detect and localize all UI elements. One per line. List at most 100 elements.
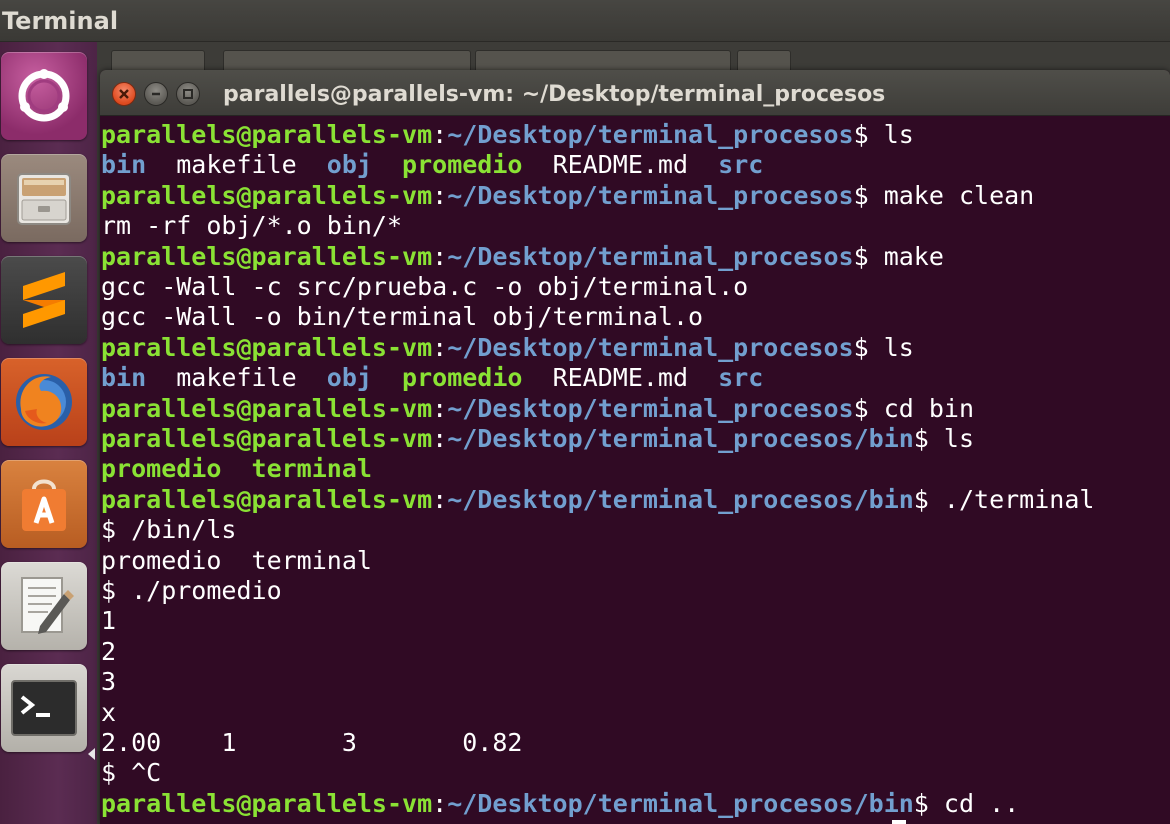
ls-entry <box>221 454 251 483</box>
prompt-user: parallels@parallels-vm <box>101 332 433 362</box>
launcher-item-terminal[interactable] <box>1 664 87 752</box>
prompt-path: ~/Desktop/terminal_procesos/bin <box>447 484 914 514</box>
output-line: gcc -Wall -o bin/terminal obj/terminal.o <box>101 302 704 332</box>
prompt-line: parallels@parallels-vm:~/Desktop/termina… <box>101 242 944 272</box>
prompt-symbol: $ <box>853 120 869 149</box>
command-text: ls <box>868 332 914 362</box>
minimize-icon <box>152 92 160 96</box>
ls-entry: src <box>718 150 764 180</box>
launcher-item-software-center[interactable] <box>1 460 87 548</box>
ls-output-line: promedio terminal <box>101 454 372 484</box>
prompt-symbol: $ <box>913 424 929 453</box>
maximize-icon <box>183 89 193 99</box>
prompt-symbol: $ <box>853 393 869 423</box>
ls-entry <box>372 363 402 392</box>
prompt-user: parallels@parallels-vm <box>101 180 433 210</box>
prompt-separator: : <box>432 788 448 818</box>
prompt-line: parallels@parallels-vm:~/Desktop/termina… <box>101 485 1094 515</box>
ls-output-line: bin makefile obj promedio README.md src <box>101 363 763 393</box>
ls-entry: src <box>718 363 764 393</box>
prompt-path: ~/Desktop/terminal_procesos <box>447 120 854 149</box>
output-line: 2.00 1 3 0.82 <box>101 728 523 757</box>
window-titlebar[interactable]: parallels@parallels-vm: ~/Desktop/termin… <box>100 70 1170 116</box>
active-indicator-arrow <box>88 748 95 760</box>
ls-entry: promedio <box>402 150 523 180</box>
prompt-path: ~/Desktop/terminal_procesos <box>447 332 854 362</box>
prompt-line: parallels@parallels-vm:~/Desktop/termina… <box>101 333 914 363</box>
window-title: parallels@parallels-vm: ~/Desktop/termin… <box>223 82 886 107</box>
prompt-path: ~/Desktop/terminal_procesos <box>447 241 854 271</box>
prompt-separator: : <box>432 424 448 453</box>
output-line: rm -rf obj/*.o bin/* <box>101 211 403 241</box>
ls-entry: README.md <box>522 150 719 180</box>
ls-entry: obj <box>326 363 372 393</box>
prompt-line: parallels@parallels-vm:~/Desktop/termina… <box>101 789 1019 819</box>
prompt-user: parallels@parallels-vm <box>101 788 433 818</box>
terminal-output[interactable]: parallels@parallels-vm:~/Desktop/termina… <box>100 117 1170 824</box>
output-line: $ ^C <box>101 758 162 788</box>
output-line: 1 <box>101 606 117 636</box>
prompt-line: parallels@parallels-vm:~/Desktop/termina… <box>101 424 974 454</box>
ls-entry: bin <box>101 363 147 393</box>
prompt-user: parallels@parallels-vm <box>101 393 433 423</box>
output-line: gcc -Wall -c src/prueba.c -o obj/termina… <box>101 272 749 301</box>
command-text: cd bin <box>868 393 975 423</box>
ls-entry <box>372 150 402 179</box>
ls-output-line: bin makefile obj promedio README.md src <box>101 150 763 180</box>
output-line: x <box>101 697 117 727</box>
prompt-line: parallels@parallels-vm:~/Desktop/termina… <box>101 120 914 150</box>
prompt-symbol: $ <box>853 241 869 271</box>
prompt-path: ~/Desktop/terminal_procesos <box>447 393 854 423</box>
prompt-user: parallels@parallels-vm <box>101 120 433 149</box>
output-line: $ /bin/ls <box>101 515 237 545</box>
prompt-separator: : <box>432 180 448 210</box>
prompt-symbol: $ <box>853 332 869 362</box>
ls-entry: makefile <box>146 150 327 180</box>
ls-entry: README.md <box>522 363 719 393</box>
terminal-cursor <box>892 820 906 824</box>
command-text: make <box>868 241 944 271</box>
command-text: ls <box>868 120 914 149</box>
prompt-symbol: $ <box>913 484 929 514</box>
shopping-bag-icon <box>22 479 66 531</box>
prompt-user: parallels@parallels-vm <box>101 484 433 514</box>
output-line: promedio terminal <box>101 545 372 575</box>
ls-entry: terminal <box>251 454 372 484</box>
terminal-window[interactable]: parallels@parallels-vm: ~/Desktop/termin… <box>100 70 1170 824</box>
ls-entry: bin <box>101 150 147 180</box>
active-app-title: Terminal <box>2 7 119 35</box>
text-editor-icon <box>21 577 74 634</box>
output-line: 2 <box>101 636 117 666</box>
sublime-text-icon <box>23 272 65 328</box>
prompt-separator: : <box>432 120 448 149</box>
ls-entry: obj <box>326 150 372 180</box>
ls-entry: promedio <box>101 454 222 484</box>
prompt-line: parallels@parallels-vm:~/Desktop/termina… <box>101 181 1034 211</box>
prompt-separator: : <box>432 393 448 423</box>
prompt-separator: : <box>432 241 448 271</box>
prompt-line: parallels@parallels-vm:~/Desktop/termina… <box>101 394 974 424</box>
prompt-path: ~/Desktop/terminal_procesos <box>447 180 854 210</box>
terminal-icon <box>11 680 77 736</box>
launcher-item-text-editor[interactable] <box>1 562 87 650</box>
ubuntu-logo-icon <box>18 69 70 122</box>
maximize-button[interactable] <box>176 82 200 106</box>
launcher-item-files[interactable] <box>1 154 87 242</box>
prompt-separator: : <box>432 484 448 514</box>
launcher-item-ubuntu-dash[interactable] <box>1 52 87 140</box>
close-button[interactable] <box>112 82 136 106</box>
launcher-item-firefox[interactable] <box>1 358 87 446</box>
launcher-item-sublime-text[interactable] <box>1 256 87 344</box>
command-text: cd .. <box>928 788 1020 818</box>
file-cabinet-icon <box>17 173 71 225</box>
top-panel: Terminal <box>0 0 1170 42</box>
command-text: ls <box>928 424 975 453</box>
minimize-button[interactable] <box>144 82 168 106</box>
ls-entry: promedio <box>402 363 523 393</box>
prompt-symbol: $ <box>853 180 869 210</box>
prompt-path: ~/Desktop/terminal_procesos/bin <box>447 424 914 453</box>
prompt-symbol: $ <box>913 788 929 818</box>
command-text: make clean <box>868 180 1035 210</box>
prompt-user: parallels@parallels-vm <box>101 424 433 453</box>
launcher <box>0 42 97 824</box>
